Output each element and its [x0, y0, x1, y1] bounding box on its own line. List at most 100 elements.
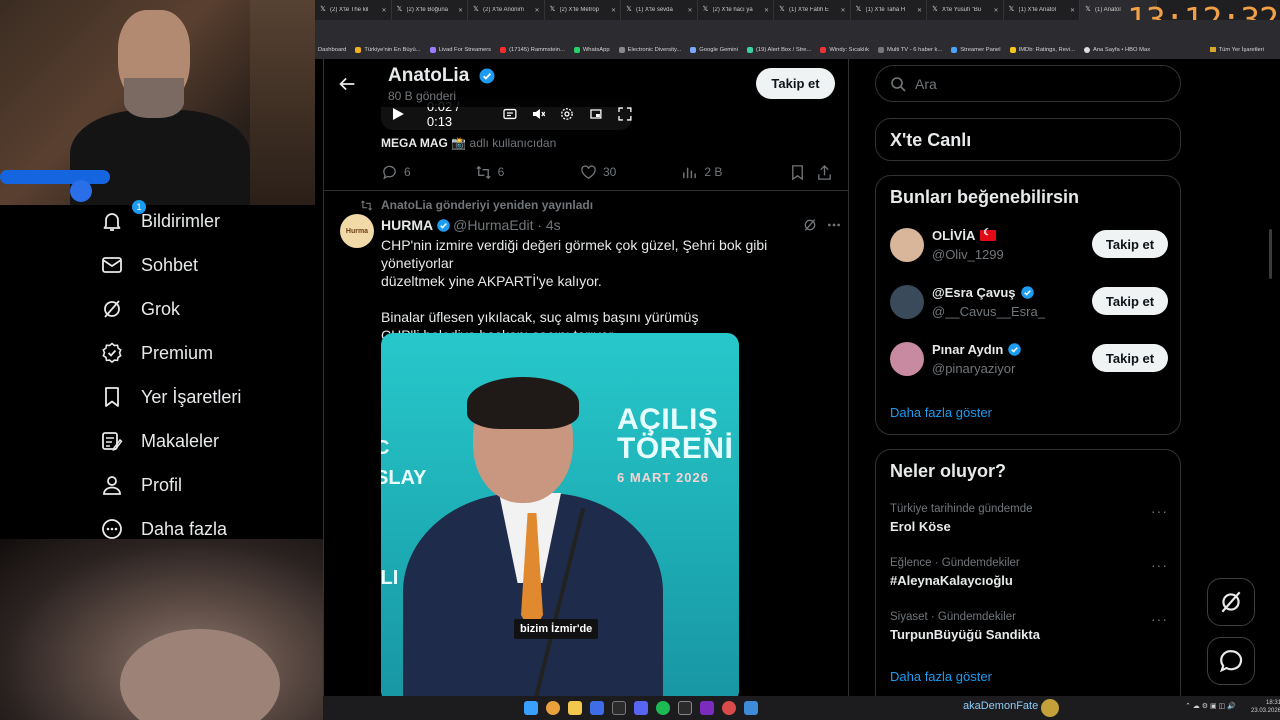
like-button[interactable]: 30	[580, 164, 681, 181]
scrollbar[interactable]	[1269, 59, 1272, 696]
browser-tab[interactable]: 𝕏 (1) X'te Taha H ✕	[851, 0, 927, 20]
share-button[interactable]	[816, 164, 839, 181]
close-icon[interactable]: ✕	[458, 7, 463, 14]
sidebar-item-articles[interactable]: Makaleler	[100, 419, 219, 463]
bookmark[interactable]: Dashboard	[318, 47, 346, 53]
address-bar[interactable]	[315, 20, 1280, 40]
system-tray[interactable]: ⌃ ☁ ⚙ ▣ ◫ 🔊	[1185, 702, 1236, 710]
sidebar-item-profile[interactable]: Profil	[100, 463, 182, 507]
captions-icon[interactable]	[503, 107, 517, 121]
close-icon[interactable]: ✕	[840, 7, 845, 14]
folder-icon[interactable]	[568, 701, 582, 715]
settings-icon[interactable]	[560, 107, 574, 121]
mute-icon[interactable]	[532, 107, 546, 121]
tweet-author-name[interactable]: HURMA	[381, 217, 433, 233]
browser-tab[interactable]: 𝕏 (2) X'te The kil ✕	[315, 0, 392, 20]
close-icon[interactable]: ✕	[917, 7, 922, 14]
suggestion-item[interactable]: Pınar Aydın @pinaryaziyor Takip et	[890, 340, 1168, 380]
browser-tab[interactable]: 𝕏 (1) X'te Fatih E ✕	[774, 0, 851, 20]
repost-button[interactable]: 6	[475, 164, 580, 181]
media-source-author[interactable]: MEGA MAG 📸	[381, 136, 466, 150]
more-icon[interactable]	[826, 217, 842, 233]
follow-button[interactable]: Takip et	[756, 68, 835, 99]
browser-tab[interactable]: 𝕏 (2) X'te Boğuna ✕	[392, 0, 468, 20]
browser-tab[interactable]: 𝕏 (1) X'te Anatol ✕	[1004, 0, 1080, 20]
suggestion-item[interactable]: @Esra Çavuş @__Cavus__Esra_ Takip et	[890, 283, 1168, 323]
show-more-link[interactable]: Daha fazla göster	[890, 405, 992, 420]
suggestion-item[interactable]: OLİVİA @Oliv_1299 Takip et	[890, 226, 1168, 266]
bookmark[interactable]: Livad For Streamers	[429, 46, 491, 53]
app-icon[interactable]	[722, 701, 736, 715]
live-card[interactable]: X'te Canlı	[875, 118, 1181, 161]
search-box[interactable]	[875, 65, 1181, 102]
repost-note[interactable]: AnatoLia gönderiyi yeniden yayınladı	[360, 198, 593, 212]
avatar[interactable]	[890, 342, 924, 376]
bookmark[interactable]: (17145) Rammstein...	[500, 46, 565, 53]
bookmark[interactable]: Multi TV - 6 haber k...	[877, 46, 942, 53]
trend-item[interactable]: Siyaset · Gündemdekiler TurpunBüyüğü San…	[890, 611, 1168, 647]
browser-tab[interactable]: 𝕏 (2) X'te Anonim ✕	[468, 0, 545, 20]
views-button[interactable]: 2 B	[681, 164, 788, 181]
follow-button[interactable]: Takip et	[1092, 287, 1168, 315]
sidebar-item-notifications[interactable]: 1 Bildirimler	[100, 199, 220, 243]
browser-tab[interactable]: 𝕏 (2) X'te hacı ya ✕	[698, 0, 774, 20]
taskbar-clock[interactable]: 18:31 23.03.2026	[1251, 699, 1280, 715]
bookmark[interactable]: Windy: Sıcaklık	[820, 46, 869, 53]
messages-fab[interactable]	[1207, 637, 1255, 685]
scrollbar-thumb[interactable]	[1269, 229, 1272, 279]
avatar[interactable]: Hurma	[340, 214, 374, 248]
avatar[interactable]	[890, 285, 924, 319]
discord-icon[interactable]	[634, 701, 648, 715]
bookmark[interactable]: Türkiye'nin En Büyü...	[355, 46, 421, 53]
follow-button[interactable]: Takip et	[1092, 344, 1168, 372]
app-icon[interactable]	[590, 701, 604, 715]
search-input[interactable]	[915, 75, 1165, 92]
bookmark[interactable]: Google Gemini	[690, 46, 738, 53]
bookmark[interactable]: IMDb: Ratings, Revi...	[1009, 46, 1075, 53]
app-icon[interactable]	[700, 701, 714, 715]
browser-tab[interactable]: 𝕏 (1) X'te sevda ✕	[621, 0, 698, 20]
all-bookmarks-button[interactable]: Tüm Yer İşaretleri	[1209, 47, 1264, 53]
close-icon[interactable]: ✕	[687, 7, 692, 14]
bookmark[interactable]: WhatsApp	[573, 46, 610, 53]
back-arrow-icon[interactable]	[336, 73, 358, 95]
spotify-icon[interactable]	[656, 701, 670, 715]
chrome-icon[interactable]	[546, 701, 560, 715]
browser-tab[interactable]: 𝕏 X'te Yusufi "Bu ✕	[927, 0, 1004, 20]
close-icon[interactable]: ✕	[1070, 7, 1075, 14]
trend-item[interactable]: Eğlence · Gündemdekiler #AleynaKalaycıoğ…	[890, 557, 1168, 593]
bookmark[interactable]: Electronic Diversity...	[618, 46, 681, 53]
more-icon[interactable]: ···	[1151, 611, 1168, 627]
close-icon[interactable]: ✕	[993, 7, 998, 14]
follow-button[interactable]: Takip et	[1092, 230, 1168, 258]
sidebar-item-more[interactable]: Daha fazla	[100, 507, 227, 551]
tweet-handle[interactable]: @HurmaEdit · 4s	[453, 217, 561, 233]
sidebar-item-grok[interactable]: Grok	[100, 287, 180, 331]
avatar[interactable]	[890, 228, 924, 262]
close-icon[interactable]: ✕	[534, 7, 539, 14]
trend-item[interactable]: Türkiye tarihinde gündemde Erol Köse ···	[890, 503, 1168, 539]
sidebar-item-premium[interactable]: Premium	[100, 331, 213, 375]
reply-button[interactable]: 6	[381, 164, 475, 181]
grok-icon[interactable]	[802, 217, 818, 233]
bookmark[interactable]: Ana Sayfa • HBO Max	[1083, 46, 1150, 53]
show-more-trends-link[interactable]: Daha fazla göster	[890, 669, 992, 684]
bookmark[interactable]: Streamer Panel	[951, 46, 1001, 53]
steam-icon[interactable]	[612, 701, 626, 715]
browser-tab[interactable]: 𝕏 (2) X'te Metrop ✕	[545, 0, 621, 20]
play-icon[interactable]	[391, 107, 405, 121]
obs-icon[interactable]	[678, 701, 692, 715]
app-icon[interactable]	[744, 701, 758, 715]
bookmark[interactable]: (19) Alert Box / Stre...	[746, 46, 811, 53]
fullscreen-icon[interactable]	[618, 106, 632, 121]
windows-start-icon[interactable]	[524, 701, 538, 715]
more-icon[interactable]: ···	[1151, 557, 1168, 573]
close-icon[interactable]: ✕	[764, 7, 769, 14]
tweet-media-video[interactable]: C SLAY ILI AÇILIŞ TÖRENİ 6 MART 2026 biz…	[381, 333, 739, 696]
bookmark-button[interactable]	[789, 164, 816, 181]
pip-icon[interactable]	[589, 107, 603, 121]
grok-fab[interactable]	[1207, 578, 1255, 626]
close-icon[interactable]: ✕	[381, 7, 386, 14]
close-icon[interactable]: ✕	[611, 7, 616, 14]
sidebar-item-chat[interactable]: Sohbet	[100, 243, 198, 287]
